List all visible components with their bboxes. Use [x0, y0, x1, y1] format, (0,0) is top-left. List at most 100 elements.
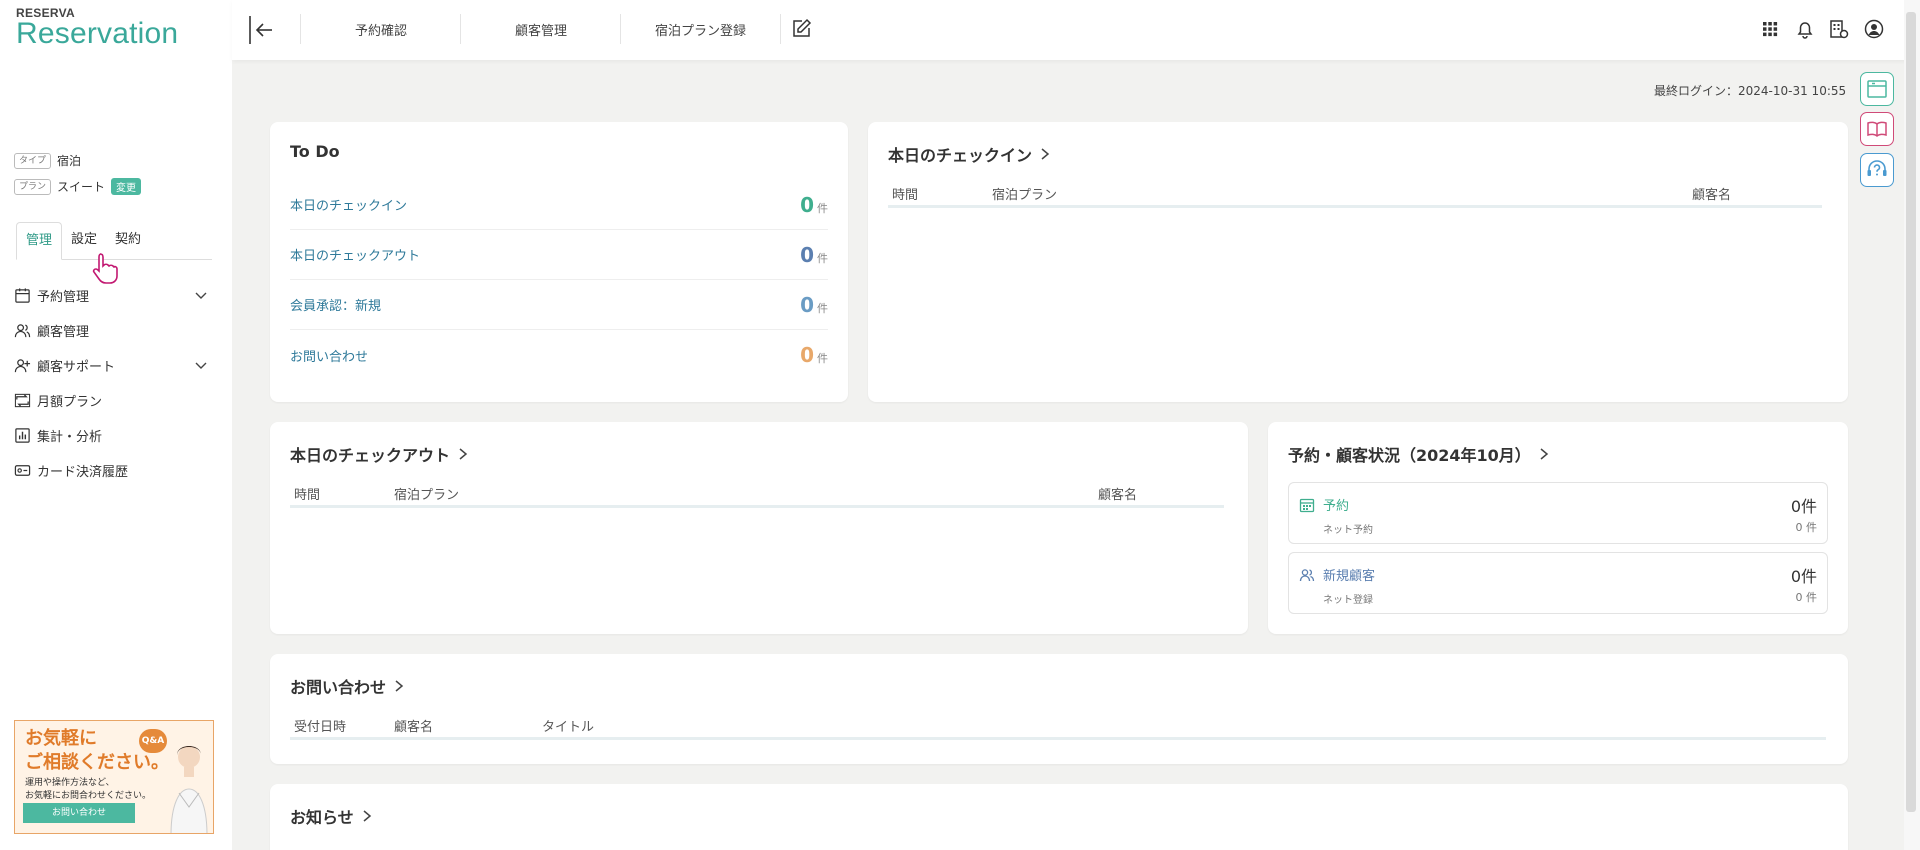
todo-count: 0 件	[800, 343, 828, 367]
type-row: タイプ 宿泊	[14, 152, 81, 169]
todo-row-checkout[interactable]: 本日のチェックアウト 0 件	[290, 230, 828, 280]
checkout-card: 本日のチェックアウト 時間 宿泊プラン 顧客名	[270, 422, 1248, 634]
grid-icon[interactable]	[1759, 18, 1781, 40]
checkout-table-header: 時間 宿泊プラン 顧客名	[290, 480, 1224, 508]
todo-count: 0 件	[800, 192, 828, 217]
sidebar-item-label: 月額プラン	[37, 395, 103, 410]
todo-label[interactable]: 本日のチェックアウト	[290, 245, 420, 264]
checkin-card: 本日のチェックイン 時間 宿泊プラン 顧客名	[868, 122, 1848, 402]
col-customer: 顧客名	[1692, 188, 1732, 203]
todo-row-checkin[interactable]: 本日のチェックイン 0 件	[290, 180, 828, 230]
sidebar-item-reservations[interactable]: 予約管理	[14, 278, 214, 313]
chevron-right-icon	[459, 448, 468, 460]
news-title[interactable]: お知らせ	[290, 804, 374, 828]
plan-row: プラン スイート 変更	[14, 178, 142, 195]
top-divider	[300, 14, 301, 44]
operator-person-icon	[170, 746, 208, 833]
todo-row-member-approval[interactable]: 会員承認：新規 0 件	[290, 280, 828, 330]
banner-text: 運用や操作方法など、 お気軽にお問合わせください。	[25, 778, 152, 801]
sidebar-item-support[interactable]: 顧客サポート	[14, 348, 214, 383]
status-sub-count: 0 件	[1795, 521, 1818, 534]
sidebar-item-monthly-plan[interactable]: 月額プラン	[14, 383, 214, 418]
top-divider	[460, 14, 461, 44]
col-time: 時間	[294, 488, 321, 503]
status-sub-label: ネット予約	[1323, 525, 1373, 536]
chevron-down-icon[interactable]	[194, 359, 208, 373]
inquiry-card: お問い合わせ 受付日時 顧客名 タイトル	[270, 654, 1848, 764]
sidebar-nav: 予約管理 顧客管理 顧客サポート 月額プラン 集計・分析 カード決済履歴	[14, 278, 214, 488]
calendar-icon	[15, 288, 30, 303]
todo-count: 0 件	[800, 292, 828, 317]
sidebar-item-label: カード決済履歴	[37, 465, 129, 480]
todo-label[interactable]: お問い合わせ	[290, 346, 368, 365]
status-title[interactable]: 予約・顧客状況（2024年10月）	[1288, 442, 1551, 466]
chevron-right-icon	[363, 810, 371, 822]
col-plan: 宿泊プラン	[394, 488, 460, 503]
edit-icon[interactable]	[790, 18, 812, 40]
todo-title: To Do	[290, 142, 340, 161]
top-link-plan-register[interactable]: 宿泊プラン登録	[655, 20, 746, 39]
last-login: 最終ログイン：2024-10-31 10:55	[1654, 84, 1847, 98]
sidebar-item-card-history[interactable]: カード決済履歴	[14, 453, 214, 488]
banner-qa-badge: Q&A	[139, 729, 167, 753]
chevron-down-icon[interactable]	[194, 289, 208, 303]
window-icon	[1867, 80, 1887, 98]
status-item-reservation[interactable]: 予約 ネット予約 0件 0 件	[1288, 482, 1828, 544]
plan-value: スイート	[57, 180, 106, 194]
todo-count: 0 件	[800, 242, 828, 267]
float-manual-button[interactable]	[1860, 112, 1894, 146]
sidebar-item-label: 集計・分析	[37, 430, 103, 445]
bell-icon[interactable]	[1794, 18, 1816, 40]
sidebar-item-analytics[interactable]: 集計・分析	[14, 418, 214, 453]
sidebar-item-label: 予約管理	[37, 290, 90, 305]
news-card: お知らせ	[270, 784, 1848, 850]
status-label: 予約	[1323, 499, 1350, 514]
bar-chart-icon	[15, 428, 30, 443]
plan-change-button[interactable]: 変更	[111, 178, 142, 195]
banner-contact-button[interactable]: お問い合わせ	[23, 803, 135, 823]
calendar-icon	[1299, 498, 1315, 512]
sidebar: RESERVA Reservation タイプ 宿泊 プラン スイート 変更 管…	[0, 0, 232, 850]
status-label: 新規顧客	[1323, 569, 1376, 584]
plan-tag: プラン	[14, 178, 52, 195]
checkin-title[interactable]: 本日のチェックイン	[888, 142, 1052, 166]
account-icon[interactable]	[1863, 18, 1885, 40]
status-card: 予約・顧客状況（2024年10月） 予約 ネット予約 0件 0 件 新規顧客 ネ…	[1268, 422, 1848, 634]
repeat-icon	[14, 393, 31, 408]
type-tag: タイプ	[14, 152, 52, 169]
top-divider	[620, 14, 621, 44]
top-link-reservation-check[interactable]: 予約確認	[355, 20, 407, 39]
todo-label[interactable]: 本日のチェックイン	[290, 195, 407, 214]
col-plan: 宿泊プラン	[992, 188, 1058, 203]
inquiry-table-header: 受付日時 顧客名 タイトル	[290, 712, 1826, 740]
checkout-title[interactable]: 本日のチェックアウト	[290, 442, 470, 466]
top-divider	[780, 14, 781, 44]
building-settings-icon[interactable]	[1828, 18, 1850, 40]
sidebar-item-customers[interactable]: 顧客管理	[14, 313, 214, 348]
card-icon	[14, 465, 31, 476]
scrollbar-thumb[interactable]	[1906, 12, 1916, 812]
tab-manage[interactable]: 管理	[16, 222, 63, 260]
todo-card: To Do 本日のチェックイン 0 件 本日のチェックアウト 0 件 会員承認：…	[270, 122, 848, 402]
status-sub-label: ネット登録	[1323, 595, 1373, 606]
inquiry-title[interactable]: お問い合わせ	[290, 674, 406, 698]
float-window-button[interactable]	[1860, 72, 1894, 106]
todo-label[interactable]: 会員承認：新規	[290, 295, 381, 314]
status-count: 0件	[1790, 497, 1817, 516]
todo-row-inquiry[interactable]: お問い合わせ 0 件	[290, 330, 828, 380]
col-time: 時間	[892, 188, 919, 203]
chevron-right-icon	[1540, 448, 1548, 460]
contact-banner[interactable]: お気軽に ご相談ください。 Q&A 運用や操作方法など、 お気軽にお問合わせくだ…	[14, 720, 214, 834]
col-title: タイトル	[542, 720, 595, 735]
sidebar-item-label: 顧客サポート	[37, 360, 116, 375]
collapse-sidebar-icon[interactable]	[248, 14, 276, 46]
status-count: 0件	[1790, 567, 1817, 586]
status-item-new-customer[interactable]: 新規顧客 ネット登録 0件 0 件	[1288, 552, 1828, 614]
col-received-at: 受付日時	[294, 720, 347, 735]
type-value: 宿泊	[57, 154, 82, 168]
top-link-customers[interactable]: 顧客管理	[515, 20, 567, 39]
float-help-button[interactable]	[1860, 153, 1894, 187]
logo[interactable]: RESERVA Reservation	[16, 6, 178, 49]
col-customer: 顧客名	[394, 720, 434, 735]
users-icon	[1299, 568, 1315, 581]
